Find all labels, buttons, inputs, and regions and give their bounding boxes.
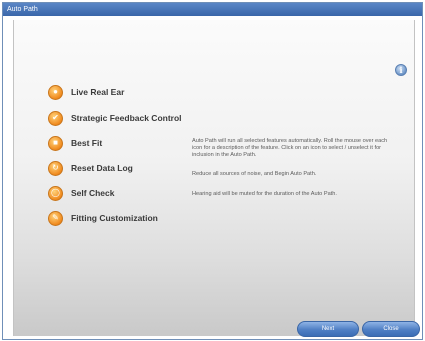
auto-path-description: Auto Path will run all selected features…	[192, 138, 388, 158]
item-reset-data-log[interactable]: ↻ Reset Data Log	[48, 159, 133, 177]
item-self-check[interactable]: ◯ Self Check	[48, 184, 114, 202]
item-best-fit[interactable]: ■ Best Fit	[48, 134, 102, 152]
item-label: Reset Data Log	[71, 163, 133, 173]
self-check-icon[interactable]: ◯	[48, 185, 63, 201]
item-live-real-ear[interactable]: ● Live Real Ear	[48, 83, 124, 101]
content-panel: i ● Live Real Ear ✔ Strategic Feedback C…	[13, 20, 415, 336]
reset-icon[interactable]: ↻	[48, 160, 63, 176]
item-fitting-customization[interactable]: ✎ Fitting Customization	[48, 209, 158, 227]
item-label: Live Real Ear	[71, 87, 125, 97]
reset-description: Reduce all sources of noise, and Begin A…	[192, 171, 317, 177]
item-label: Strategic Feedback Control	[71, 113, 182, 123]
info-icon[interactable]: i	[395, 64, 407, 76]
best-fit-icon[interactable]: ■	[48, 135, 63, 151]
close-button[interactable]: Close	[362, 321, 420, 337]
item-label: Best Fit	[71, 138, 103, 148]
feedback-icon[interactable]: ✔	[48, 110, 63, 126]
ear-icon[interactable]: ●	[48, 84, 63, 100]
window-title: Auto Path	[3, 3, 422, 16]
next-button[interactable]: Next	[297, 321, 359, 337]
customize-icon[interactable]: ✎	[48, 210, 63, 226]
item-label: Self Check	[71, 188, 115, 198]
item-strategic-feedback-control[interactable]: ✔ Strategic Feedback Control	[48, 109, 182, 127]
item-label: Fitting Customization	[71, 213, 158, 223]
mute-note: Hearing aid will be muted for the durati…	[192, 191, 337, 197]
auto-path-window: Auto Path i ● Live Real Ear ✔ Strategic …	[2, 2, 423, 340]
